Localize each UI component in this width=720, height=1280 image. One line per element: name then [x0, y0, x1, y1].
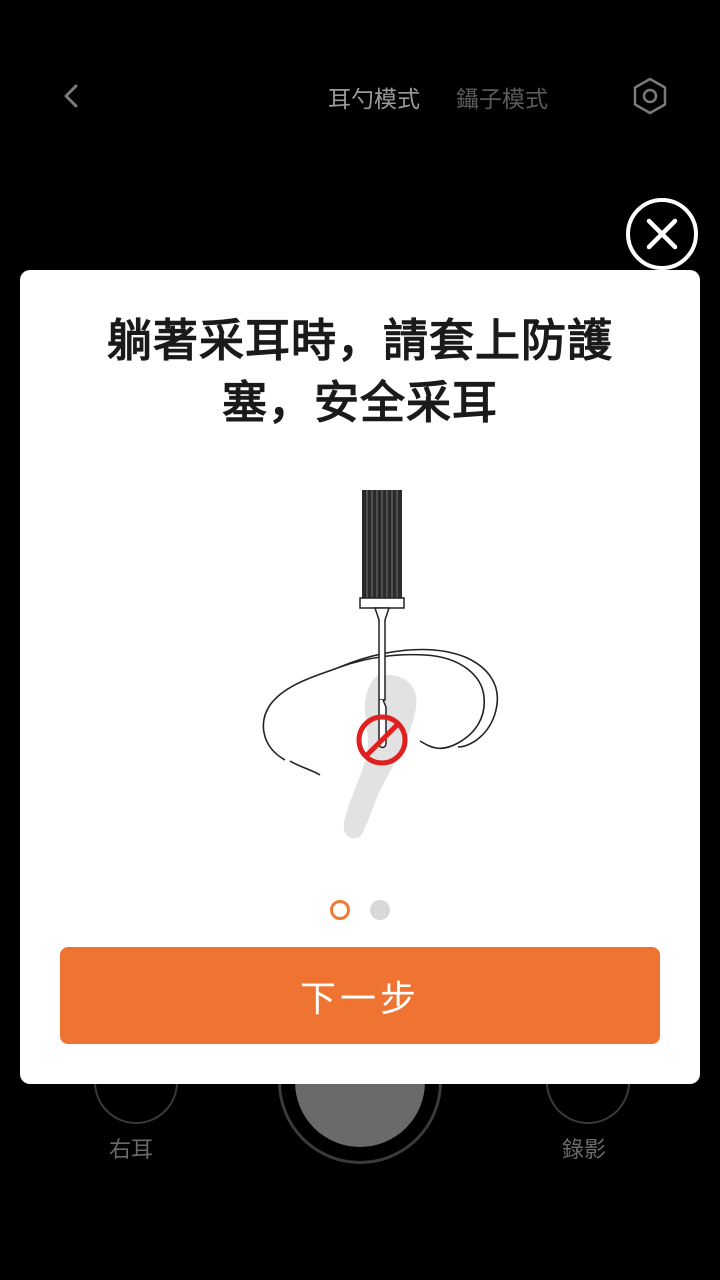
- chevron-left-icon: [64, 84, 78, 108]
- page-dot-active[interactable]: [330, 900, 350, 920]
- right-ear-label: 右耳: [109, 1138, 154, 1163]
- tab-tweezers-mode[interactable]: 鑷子模式: [456, 80, 548, 114]
- page-indicator: [20, 900, 700, 922]
- next-step-button[interactable]: 下一步: [60, 947, 660, 1044]
- dialog-title: 躺著采耳時，請套上防護 塞，安全采耳: [60, 310, 660, 434]
- back-button[interactable]: [52, 76, 92, 116]
- hexagon-settings-icon: [633, 77, 667, 115]
- page-dot-inactive[interactable]: [370, 900, 390, 920]
- record-label: 錄影: [562, 1138, 607, 1163]
- screen: 耳勺模式 鑷子模式 右耳 錄影 躺著采耳時，請套上防護 塞，安全采耳 下一步: [0, 0, 720, 1280]
- settings-button[interactable]: [628, 74, 672, 118]
- close-dialog-button[interactable]: [624, 196, 700, 272]
- tip-dialog: 躺著采耳時，請套上防護 塞，安全采耳 下一步: [20, 270, 700, 1084]
- dialog-title-line1: 躺著采耳時，請套上防護: [106, 314, 613, 367]
- dialog-title-line2: 塞，安全采耳: [221, 376, 498, 429]
- tab-ear-spoon-mode[interactable]: 耳勺模式: [328, 80, 420, 114]
- close-circle-icon: [626, 198, 698, 270]
- ear-pick-illustration: [220, 485, 520, 845]
- ear-pick-in-ear-icon: [262, 490, 499, 839]
